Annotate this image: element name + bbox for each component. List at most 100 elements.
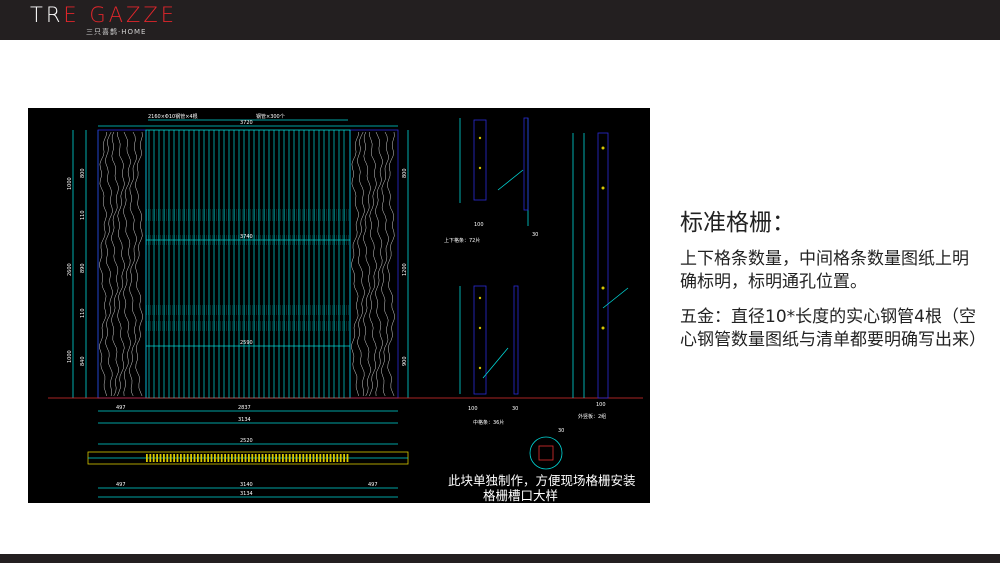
brand-logo: TRE GAZZE 三只喜鹊·HOME: [30, 4, 177, 37]
dim-bottom-1: 2837: [238, 405, 251, 411]
dim-small-5: 30: [558, 428, 564, 434]
dim-bottom-0: 497: [116, 405, 126, 411]
plan-slat: [149, 454, 152, 462]
plan-slat: [316, 454, 318, 462]
wood-grain-line: [363, 131, 371, 397]
cad-drawing-svg: 此块单独制作，方便现场格栅安装 格栅槽口大样 上下格条：72片 中格条：36片 …: [48, 113, 643, 503]
plan-slat: [322, 454, 325, 462]
part-label-middle: 中格条：36片: [473, 419, 504, 426]
plan-slat: [299, 454, 301, 462]
wood-grain-line: [381, 131, 389, 397]
wood-grain-line: [351, 131, 359, 397]
plan-slat: [180, 454, 182, 462]
plan-slat: [261, 454, 264, 462]
dim-small-3: 30: [512, 406, 518, 412]
plan-slat: [254, 454, 257, 462]
plan-slat: [152, 454, 155, 462]
dim-left-0: 1000: [67, 177, 73, 190]
plan-slat: [224, 454, 226, 462]
plan-slat: [312, 454, 315, 462]
plan-slat: [258, 454, 260, 462]
wood-grain-line: [117, 131, 125, 397]
plan-slat: [197, 454, 199, 462]
plan-slat: [309, 454, 311, 462]
plan-slat: [234, 454, 237, 462]
plan-slat: [227, 454, 230, 462]
dim-plan-3: 497: [368, 482, 378, 488]
dim-plan-0: 2520: [240, 438, 253, 444]
plan-slat: [251, 454, 254, 462]
dim-top-0: 2160×Φ10钢管×4根: [148, 113, 198, 120]
footer-bar: [0, 554, 1000, 563]
plan-slat: [248, 454, 250, 462]
pipe-hole: [601, 286, 605, 290]
plan-slat: [295, 454, 298, 462]
drawing-caption-2: 格栅槽口大样: [483, 488, 558, 503]
dim-small-4: 100: [596, 402, 606, 408]
plan-slat: [190, 454, 192, 462]
dim-bottom-2: 3134: [238, 417, 251, 423]
brand-subtitle: 三只喜鹊·HOME: [86, 28, 147, 36]
dim-right-1: 1200: [402, 263, 408, 276]
drawing-caption-1: 此块单独制作，方便现场格栅安装: [448, 473, 636, 488]
dim-top-2: 3720: [240, 120, 253, 126]
dim-left-6: 1000: [67, 350, 73, 363]
pipe-hole: [478, 326, 482, 330]
plan-slat: [203, 454, 206, 462]
plan-slat: [146, 454, 148, 462]
plan-slat: [271, 454, 274, 462]
plan-slat: [333, 454, 335, 462]
plan-slat: [210, 454, 213, 462]
cad-drawing: 此块单独制作，方便现场格栅安装 格栅槽口大样 上下格条：72片 中格条：36片 …: [28, 108, 650, 503]
dim-plan-4: 3134: [240, 491, 253, 497]
plan-slat: [305, 454, 308, 462]
wood-grain-line: [129, 131, 137, 397]
plan-slat: [220, 454, 223, 462]
plan-slat: [302, 454, 305, 462]
header-bar: TRE GAZZE 三只喜鹊·HOME: [0, 0, 1000, 40]
plan-slat: [163, 454, 165, 462]
pipe-hole: [478, 366, 482, 370]
plan-slat: [329, 454, 332, 462]
brand-name-part2: E GAZZE: [63, 3, 178, 27]
plan-slat: [176, 454, 179, 462]
plan-slat: [285, 454, 288, 462]
wood-grain-line: [99, 131, 107, 397]
dim-small-1: 30: [532, 232, 538, 238]
description-quantity: 上下格条数量，中间格条数量图纸上明确标明，标明通孔位置。: [680, 249, 969, 292]
dim-left-7: 840: [80, 356, 86, 366]
brand-name: TRE GAZZE: [30, 4, 177, 26]
plan-slat: [326, 454, 328, 462]
dim-small-2: 100: [468, 406, 478, 412]
dim-small-0: 100: [474, 222, 484, 228]
wood-grain-line: [369, 131, 377, 397]
plan-slat: [241, 454, 243, 462]
dim-left-2: 110: [80, 210, 86, 220]
dim-top-1: 钢管×300个: [256, 113, 285, 120]
plan-slat: [319, 454, 322, 462]
dim-mid-0: 3740: [240, 234, 253, 240]
plan-slat: [237, 454, 240, 462]
pipe-hole: [601, 186, 605, 190]
pipe-hole: [478, 296, 482, 300]
plan-slat: [288, 454, 291, 462]
part-label-outer: 外竖板：2组: [578, 413, 606, 420]
plan-slat: [186, 454, 189, 462]
wood-grain-line: [111, 131, 119, 397]
wood-grain-line: [105, 131, 113, 397]
wood-grain-line: [387, 131, 395, 397]
plan-slat: [156, 454, 158, 462]
pipe-hole: [601, 146, 605, 150]
dim-plan-1: 497: [116, 482, 126, 488]
plan-slat: [275, 454, 277, 462]
dim-plan-2: 3140: [240, 482, 253, 488]
pipe-hole: [478, 136, 482, 140]
dim-left-1: 800: [80, 168, 86, 178]
pipe-hole: [478, 166, 482, 170]
plan-slat: [217, 454, 220, 462]
dim-right-0: 800: [402, 168, 408, 178]
wood-grain-line: [357, 131, 365, 397]
plan-slat: [339, 454, 342, 462]
plan-slat: [231, 454, 233, 462]
plan-slat: [336, 454, 339, 462]
